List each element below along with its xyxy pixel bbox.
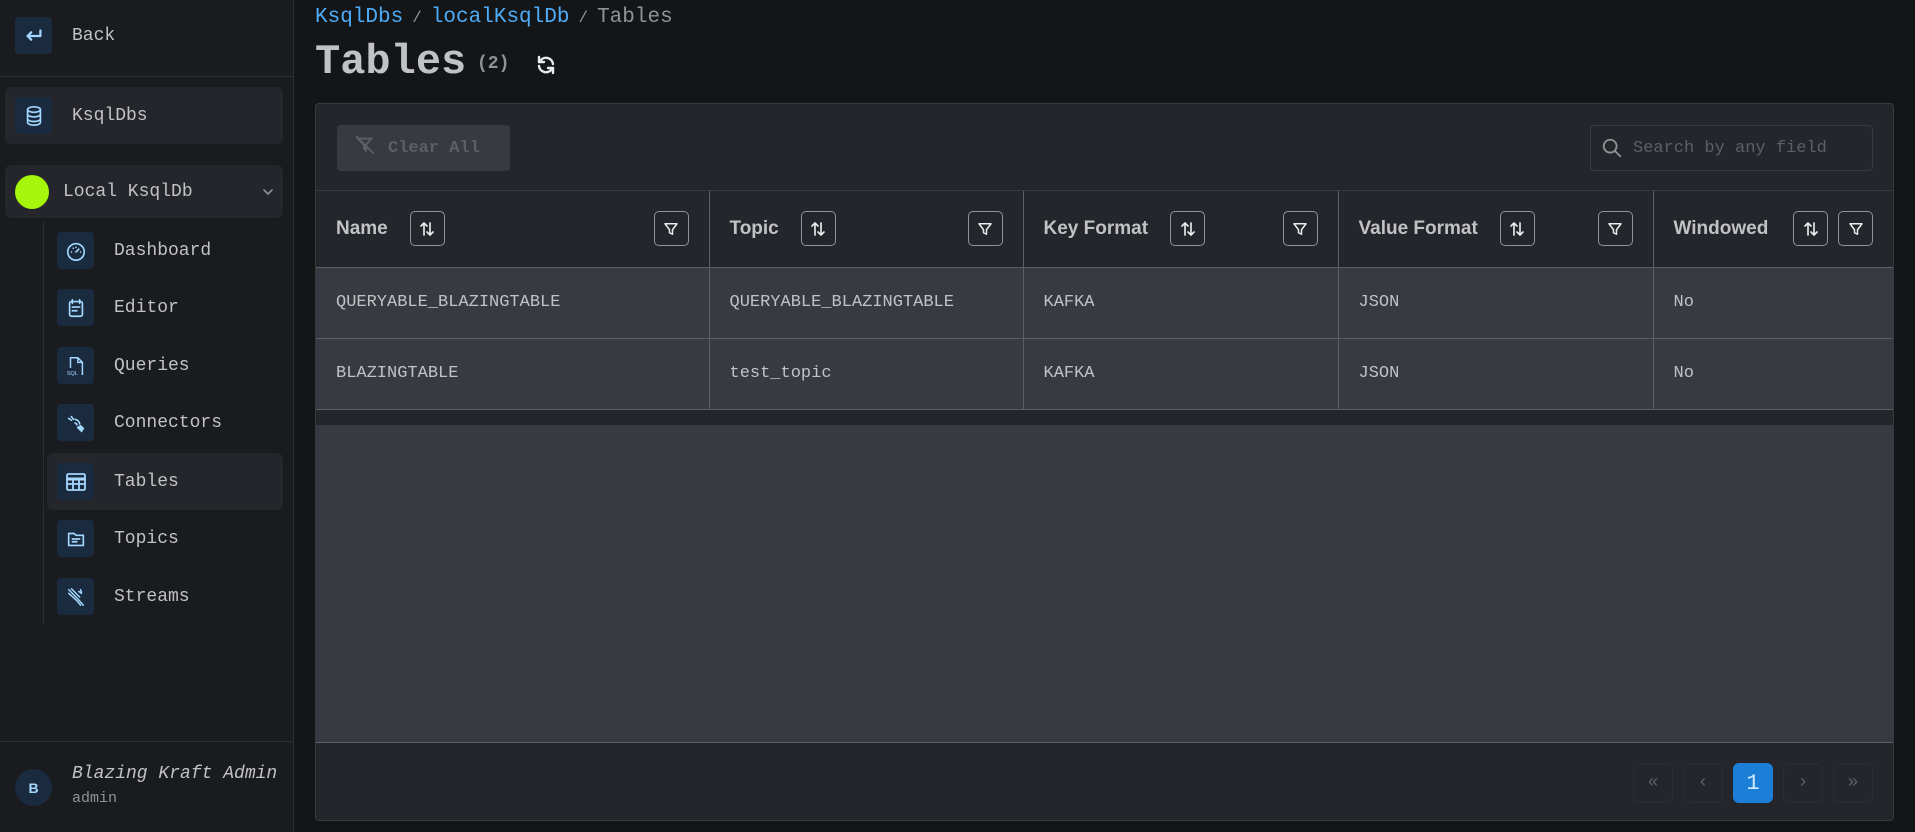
- svg-text:SQL: SQL: [66, 371, 77, 377]
- sort-icon[interactable]: [1170, 211, 1206, 247]
- cluster-label: Local KsqlDb: [63, 181, 193, 202]
- folder-icon: [57, 520, 94, 557]
- sidebar-item-editor[interactable]: Editor: [47, 279, 283, 336]
- column-title: Value Format: [1358, 217, 1478, 239]
- tables-table: Name Topic Key Format Value Format Windo…: [316, 191, 1893, 410]
- page-button-current[interactable]: 1: [1733, 763, 1773, 803]
- back-button[interactable]: Back: [15, 17, 115, 54]
- column-header-topic: Topic: [709, 191, 1024, 268]
- database-icon: [15, 97, 52, 134]
- last-page-button[interactable]: »: [1833, 763, 1873, 803]
- sidebar-item-label: Dashboard: [114, 240, 212, 261]
- filter-icon[interactable]: [1597, 211, 1633, 247]
- sort-icon[interactable]: [1499, 211, 1535, 247]
- cell-name: QUERYABLE_BLAZINGTABLE: [316, 267, 710, 339]
- sidebar-item-label: Connectors: [114, 412, 223, 433]
- cell-windowed: No: [1653, 338, 1893, 410]
- sidebar-item-connectors[interactable]: Connectors: [47, 394, 283, 451]
- table-empty-area: [316, 425, 1893, 742]
- back-label: Back: [72, 25, 116, 46]
- table-icon: [57, 463, 94, 500]
- breadcrumb: KsqlDbs / localKsqlDb / Tables: [315, 6, 673, 29]
- calendar-note-icon: [57, 289, 94, 326]
- search-icon: [1601, 137, 1623, 159]
- column-header-windowed: Windowed: [1653, 191, 1893, 268]
- cell-windowed: No: [1653, 267, 1893, 339]
- sidebar-item-label: Streams: [114, 586, 190, 607]
- clear-all-button[interactable]: Clear All: [337, 125, 510, 171]
- cell-key-format: KAFKA: [1023, 338, 1339, 410]
- column-header-value-format: Value Format: [1338, 191, 1654, 268]
- user-name: Blazing Kraft Admin: [72, 764, 278, 784]
- pagination: « ‹ 1 › »: [1633, 763, 1873, 803]
- table-toolbar: Clear All: [316, 104, 1893, 191]
- table-row[interactable]: BLAZINGTABLE test_topic KAFKA JSON No: [316, 338, 1893, 410]
- first-page-button[interactable]: «: [1633, 763, 1673, 803]
- sidebar-item-dashboard[interactable]: Dashboard: [47, 222, 283, 279]
- sort-icon[interactable]: [800, 211, 836, 247]
- table-header-row: Name Topic Key Format Value Format Windo…: [316, 191, 1893, 268]
- breadcrumb-ksqldbs[interactable]: KsqlDbs: [315, 6, 403, 29]
- file-sql-icon: SQL: [57, 347, 94, 384]
- cell-value-format: JSON: [1338, 338, 1654, 410]
- back-arrow-icon: [15, 17, 52, 54]
- page-title: Tables: [315, 38, 467, 86]
- search-box[interactable]: [1590, 125, 1873, 171]
- cluster-status-dot: [15, 174, 49, 209]
- refresh-icon[interactable]: [534, 53, 558, 77]
- sidebar: Back KsqlDbs Local KsqlDb Dashboard Edit…: [0, 0, 294, 832]
- breadcrumb-localksqldb[interactable]: localKsqlDb: [431, 6, 570, 29]
- sidebar-divider: [0, 76, 293, 77]
- sidebar-item-label: Editor: [114, 297, 179, 318]
- sort-icon[interactable]: [409, 211, 445, 247]
- filter-off-icon: [354, 134, 376, 162]
- column-title: Name: [336, 217, 388, 239]
- column-title: Windowed: [1673, 217, 1769, 239]
- user-role: admin: [72, 790, 118, 807]
- table-row[interactable]: QUERYABLE_BLAZINGTABLE QUERYABLE_BLAZING…: [316, 267, 1893, 339]
- sort-icon[interactable]: [1793, 211, 1828, 247]
- gauge-icon: [57, 232, 94, 269]
- plug-connected-icon: [57, 404, 94, 441]
- prev-page-button[interactable]: ‹: [1683, 763, 1723, 803]
- cell-topic: test_topic: [709, 338, 1024, 410]
- nav-tree-line: [43, 222, 44, 625]
- tables-card: Clear All Name Topic: [315, 103, 1894, 821]
- next-page-button[interactable]: ›: [1783, 763, 1823, 803]
- chevron-down-icon: [253, 184, 283, 200]
- cell-topic: QUERYABLE_BLAZINGTABLE: [709, 267, 1024, 339]
- avatar[interactable]: B: [15, 769, 52, 806]
- table-footer: « ‹ 1 › »: [316, 742, 1893, 820]
- cell-value-format: JSON: [1338, 267, 1654, 339]
- breadcrumb-current: Tables: [597, 6, 673, 29]
- breadcrumb-separator: /: [578, 8, 589, 27]
- sidebar-item-label: KsqlDbs: [72, 105, 148, 126]
- search-input[interactable]: [1633, 138, 1853, 158]
- breadcrumb-separator: /: [412, 8, 422, 27]
- cell-key-format: KAFKA: [1023, 267, 1339, 339]
- sidebar-item-queries[interactable]: SQL Queries: [47, 337, 283, 394]
- sidebar-item-label: Queries: [114, 355, 190, 376]
- filter-icon[interactable]: [1838, 211, 1873, 247]
- column-title: Key Format: [1043, 217, 1149, 239]
- streams-icon: [57, 578, 94, 615]
- filter-icon[interactable]: [967, 211, 1003, 247]
- sidebar-item-topics[interactable]: Topics: [47, 510, 283, 567]
- cluster-selector[interactable]: Local KsqlDb: [5, 165, 283, 218]
- sidebar-item-tables[interactable]: Tables: [47, 453, 283, 510]
- filter-icon[interactable]: [653, 211, 689, 247]
- column-title: Topic: [729, 217, 779, 239]
- column-header-name: Name: [316, 191, 710, 268]
- sidebar-footer-divider: [0, 741, 293, 742]
- column-header-key-format: Key Format: [1023, 191, 1339, 268]
- filter-icon[interactable]: [1282, 211, 1318, 247]
- table-count: (2): [477, 54, 510, 74]
- clear-all-label: Clear All: [388, 138, 480, 158]
- sidebar-item-label: Tables: [114, 471, 179, 492]
- sidebar-item-label: Topics: [114, 528, 179, 549]
- sidebar-item-ksqldbs[interactable]: KsqlDbs: [5, 87, 283, 144]
- cell-name: BLAZINGTABLE: [316, 338, 710, 410]
- sidebar-item-streams[interactable]: Streams: [47, 568, 283, 625]
